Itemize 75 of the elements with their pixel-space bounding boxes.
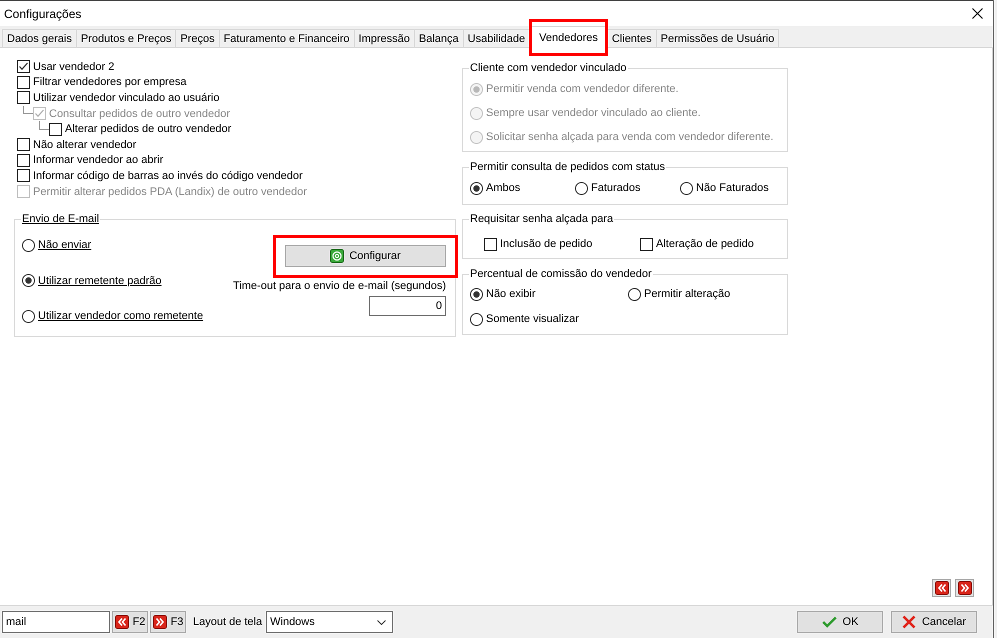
checkbox-label: Informar código de barras ao invés do código vendedor [33,170,303,182]
radio-label: Não Faturados [696,182,769,194]
check-icon [822,616,837,628]
window-title: Configurações [4,6,82,20]
group-title: Envio de E-mail [21,213,100,226]
radio-label: Não enviar [38,239,92,252]
timeout-label: Time-out para o envio de e-mail (segundos) [233,280,446,294]
tab[interactable]: Balança [414,29,464,47]
checkbox-label: Filtrar vendedores por empresa [33,76,186,88]
search-field[interactable]: mail [2,611,110,633]
checkbox-label: Alteração de pedido [656,238,754,250]
previous-button[interactable]: F2 [112,611,148,633]
radio-button[interactable] [680,182,693,194]
checkbox[interactable] [640,238,653,250]
layout-select[interactable]: Windows [266,611,394,633]
checkbox[interactable] [17,138,30,152]
checkbox[interactable] [17,154,30,167]
radio-button[interactable] [575,182,588,194]
radio-button[interactable] [628,288,641,300]
tab[interactable]: Produtos e Preços [76,29,176,47]
tab[interactable]: Vendedores [529,26,608,48]
radio-button[interactable] [22,238,35,252]
radio-label: Utilizar vendedor como remetente [38,310,204,322]
tab[interactable]: Impressão [354,29,415,47]
radio-label: Faturados [591,182,641,194]
radio-button[interactable] [470,182,483,194]
close-icon [972,8,983,19]
previous-page-button[interactable] [932,579,951,597]
double-left-arrow-icon [934,581,948,595]
radio-label: Ambos [486,182,520,194]
double-right-arrow-icon [152,615,167,629]
configure-button[interactable]: Configurar [285,245,446,268]
checkbox[interactable] [17,91,30,104]
cross-icon [902,615,916,629]
radio-label: Sempre usar vendedor vinculado ao cliente. [486,107,701,119]
next-button[interactable]: F3 [150,611,186,633]
ok-button[interactable]: OK [797,611,883,633]
checkbox[interactable] [17,60,30,74]
checkbox-label: Informar vendedor ao abrir [33,154,164,166]
checkbox-label: Permitir alterar pedidos PDA (Landix) de outro vendedor [33,186,307,198]
radio-label: Somente visualizar [486,313,579,325]
radio-label: Utilizar remetente padrão [38,274,162,287]
checkbox-label: Consultar pedidos de outro vendedor [49,108,230,120]
checkbox-label: Alterar pedidos de outro vendedor [65,123,232,136]
group-title: Cliente com vendedor vinculado [469,62,628,75]
checkbox-label: Inclusão de pedido [500,238,592,250]
radio-label: Não exibir [486,288,536,300]
tab[interactable]: Preços [175,29,220,47]
group-title: Requisitar senha alçada para [469,213,614,226]
radio-button[interactable] [22,274,35,288]
double-left-arrow-icon [114,615,129,629]
radio-label: Permitir alteração [644,288,730,300]
next-page-button[interactable] [955,579,974,597]
target-icon [330,249,344,264]
checkbox[interactable] [17,169,30,182]
timeout-field[interactable]: 0 [369,296,446,316]
checkbox[interactable] [484,238,497,250]
checkbox-label: Não alterar vendedor [33,138,136,151]
radio-button[interactable] [22,310,35,323]
tab[interactable]: Dados gerais [2,29,77,47]
cancel-button[interactable]: Cancelar [891,611,977,633]
group-title: Permitir consulta de pedidos com status [469,161,666,174]
tab[interactable]: Permissões de Usuário [656,29,780,47]
radio-button[interactable] [470,288,483,300]
checkbox-label: Usar vendedor 2 [33,60,114,73]
chevron-down-icon [377,620,386,624]
double-right-arrow-icon [958,581,972,595]
close-button[interactable] [972,8,983,19]
checkbox[interactable] [17,76,30,89]
radio-button[interactable] [470,312,483,326]
radio-label: Permitir venda com vendedor diferente. [486,83,679,95]
group-title: Percentual de comissão do vendedor [469,268,653,281]
layout-label: Layout de tela [193,616,262,628]
radio-label: Solicitar senha alçada para venda com vendedor diferente. [486,131,774,143]
checkbox-label: Utilizar vendedor vinculado ao usuário [33,92,220,104]
